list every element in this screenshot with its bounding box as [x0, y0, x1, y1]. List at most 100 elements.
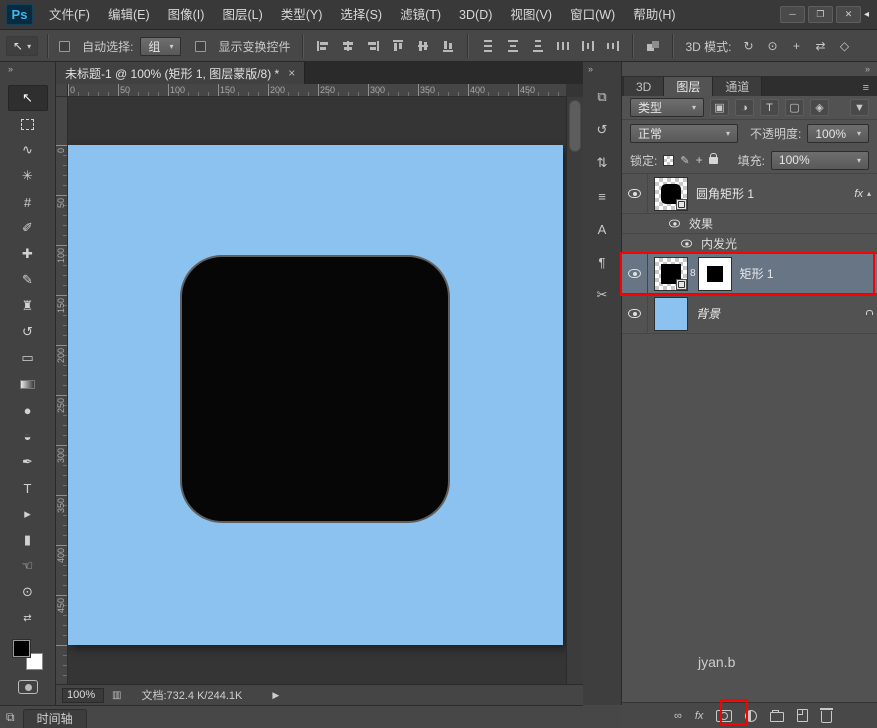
- lock-paint-icon[interactable]: ✎: [680, 154, 689, 167]
- history-brush-tool[interactable]: ↺: [8, 319, 48, 345]
- move-tool[interactable]: ↖: [8, 85, 48, 111]
- distribute-left-button[interactable]: [552, 36, 573, 56]
- menu-image[interactable]: 图像(I): [159, 0, 214, 30]
- panel-icon-paragraph[interactable]: ¶: [589, 250, 615, 274]
- canvas[interactable]: [68, 145, 563, 645]
- status-options-arrow-icon[interactable]: ▶: [272, 690, 279, 701]
- eye-icon[interactable]: [628, 309, 641, 318]
- distribute-top-button[interactable]: [477, 36, 498, 56]
- layer-row-background[interactable]: 背景: [622, 294, 877, 334]
- dock-collapse-arrow[interactable]: »: [583, 62, 621, 76]
- timeline-tab[interactable]: 时间轴: [23, 709, 87, 728]
- layer-thumbnail[interactable]: [654, 177, 688, 211]
- marquee-tool[interactable]: [8, 111, 48, 137]
- zoom-tool[interactable]: ⊙: [8, 579, 48, 605]
- panel-icon-history[interactable]: ↺: [589, 118, 615, 142]
- filter-pixel-layers-icon[interactable]: ▣: [710, 99, 729, 116]
- lock-all-icon[interactable]: [709, 157, 718, 164]
- panel-icon-adjustments[interactable]: ⇅: [589, 151, 615, 175]
- lasso-tool[interactable]: ∿: [8, 137, 48, 163]
- close-button[interactable]: ✕: [836, 6, 861, 23]
- 3d-pan-icon[interactable]: +: [786, 36, 806, 56]
- eye-icon[interactable]: [681, 240, 692, 248]
- screen-mode-icon[interactable]: ⧉: [6, 710, 15, 725]
- 3d-zoom-icon[interactable]: ◇: [834, 36, 854, 56]
- zoom-level-field[interactable]: 100%: [62, 688, 104, 703]
- healing-brush-tool[interactable]: ✚: [8, 241, 48, 267]
- add-layer-mask-icon[interactable]: [716, 710, 732, 722]
- layer-thumbnail[interactable]: [654, 297, 688, 331]
- delete-layer-icon[interactable]: [821, 708, 832, 723]
- 3d-slide-icon[interactable]: ⇄: [810, 36, 830, 56]
- filter-smart-objects-icon[interactable]: ◈: [810, 99, 829, 116]
- document-tab[interactable]: 未标题-1 @ 100% (矩形 1, 图层蒙版/8) * ×: [56, 62, 305, 84]
- adjustment-layer-icon[interactable]: [745, 710, 757, 722]
- dodge-tool[interactable]: ◒: [8, 423, 48, 449]
- eyedropper-tool[interactable]: ✐: [8, 215, 48, 241]
- fx-collapse-icon[interactable]: ▴: [867, 189, 871, 198]
- filter-shape-layers-icon[interactable]: ▢: [785, 99, 804, 116]
- menu-edit[interactable]: 编辑(E): [99, 0, 159, 30]
- visibility-cell[interactable]: [622, 174, 648, 213]
- align-bottom-button[interactable]: [437, 36, 458, 56]
- restore-button[interactable]: ❐: [808, 6, 833, 23]
- auto-select-checkbox[interactable]: [59, 41, 70, 52]
- eye-icon[interactable]: [628, 189, 641, 198]
- align-right-button[interactable]: [362, 36, 383, 56]
- layer-mask-thumbnail[interactable]: [698, 257, 732, 291]
- rounded-rectangle-shape[interactable]: [180, 255, 450, 523]
- panel-icon-character[interactable]: A: [589, 217, 615, 241]
- align-hcenter-button[interactable]: [337, 36, 358, 56]
- 3d-roll-icon[interactable]: ⊙: [762, 36, 782, 56]
- menu-layer[interactable]: 图层(L): [213, 0, 271, 30]
- scrollbar-thumb[interactable]: [569, 100, 581, 152]
- menu-select[interactable]: 选择(S): [331, 0, 391, 30]
- tab-layers[interactable]: 图层: [664, 77, 713, 96]
- distribute-bottom-button[interactable]: [527, 36, 548, 56]
- horizontal-ruler[interactable]: 0 50 100 150 200 250 300 350 400 450: [68, 84, 566, 97]
- minimize-button[interactable]: ─: [780, 6, 805, 23]
- distribute-vcenter-button[interactable]: [502, 36, 523, 56]
- filter-adjustment-layers-icon[interactable]: ◑: [735, 99, 754, 116]
- hand-tool[interactable]: ☜: [8, 553, 48, 579]
- eye-icon[interactable]: [628, 269, 641, 278]
- rectangle-shape-tool[interactable]: ▮: [8, 527, 48, 553]
- auto-select-dropdown[interactable]: 组 ▾: [140, 37, 181, 56]
- layer-name[interactable]: 背景: [696, 305, 720, 322]
- eraser-tool[interactable]: ▭: [8, 345, 48, 371]
- quick-mask-button[interactable]: [18, 680, 38, 694]
- layer-name[interactable]: 矩形 1: [740, 265, 774, 282]
- effects-row[interactable]: 效果: [622, 214, 877, 234]
- panel-icon-tool-presets[interactable]: ✂: [589, 283, 615, 307]
- layer-style-icon[interactable]: fx: [695, 710, 704, 722]
- layer-row-rounded-rect[interactable]: 圆角矩形 1 fx ▴: [622, 174, 877, 214]
- path-selection-tool[interactable]: ▸: [8, 501, 48, 527]
- fill-dropdown[interactable]: 100% ▾: [771, 151, 869, 170]
- tab-close-icon[interactable]: ×: [288, 66, 295, 80]
- brush-tool[interactable]: ✎: [8, 267, 48, 293]
- align-vcenter-button[interactable]: [412, 36, 433, 56]
- menu-help[interactable]: 帮助(H): [624, 0, 684, 30]
- lock-transparency-icon[interactable]: [663, 155, 674, 166]
- pen-tool[interactable]: ✒: [8, 449, 48, 475]
- menu-window[interactable]: 窗口(W): [561, 0, 624, 30]
- align-top-button[interactable]: [387, 36, 408, 56]
- panel-menu-icon[interactable]: ≡: [863, 82, 877, 96]
- filter-type-layers-icon[interactable]: T: [760, 99, 779, 116]
- opacity-dropdown[interactable]: 100% ▾: [807, 124, 869, 143]
- visibility-cell[interactable]: [622, 254, 648, 293]
- ruler-origin-corner[interactable]: [56, 84, 68, 97]
- gradient-tool[interactable]: [8, 371, 48, 397]
- vertical-scrollbar[interactable]: [566, 97, 583, 684]
- filter-type-dropdown[interactable]: 类型 ▾: [630, 98, 704, 117]
- visibility-cell[interactable]: [622, 294, 648, 333]
- panel-icon-properties[interactable]: ≡: [589, 184, 615, 208]
- toolbox-collapse-arrow[interactable]: »: [0, 62, 55, 77]
- distribute-right-button[interactable]: [602, 36, 623, 56]
- tab-channels[interactable]: 通道: [713, 77, 762, 96]
- tab-3d[interactable]: 3D: [624, 77, 664, 96]
- link-layers-icon[interactable]: ∞: [674, 710, 682, 722]
- layer-name[interactable]: 圆角矩形 1: [696, 185, 754, 202]
- current-tool-preset[interactable]: ↖ ▾: [6, 36, 38, 56]
- blend-mode-dropdown[interactable]: 正常 ▾: [630, 124, 738, 143]
